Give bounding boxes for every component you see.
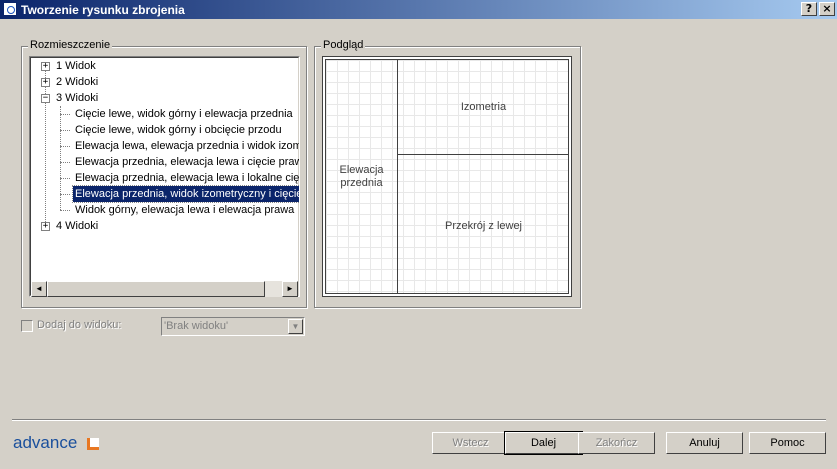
tree-leaf-label[interactable]: Elewacja przednia, widok izometryczny i …	[72, 185, 299, 203]
layout-legend: Rozmieszczenie	[28, 39, 113, 51]
collapse-icon[interactable]: −	[41, 94, 50, 103]
tree-leaf[interactable]: Widok górny, elewacja lewa i elewacja pr…	[31, 202, 299, 218]
tree-node-label[interactable]: 4 Widoki	[54, 218, 100, 234]
back-button[interactable]: Wstecz	[432, 432, 509, 454]
tree-leaf-label[interactable]: Cięcie lewe, widok górny i obcięcie przo…	[73, 122, 284, 138]
preview-frame: Elewacja przednia Izometria Przekrój z l…	[322, 56, 572, 297]
expand-icon[interactable]: +	[41, 222, 50, 231]
tree-node-1-view[interactable]: + 1 Widok	[31, 58, 299, 74]
tree-leaf-label[interactable]: Cięcie lewe, widok górny i elewacja prze…	[73, 106, 295, 122]
title-bar[interactable]: Tworzenie rysunku zbrojenia ? ×	[0, 0, 837, 19]
tree-leaf[interactable]: Elewacja przednia, elewacja lewa i lokal…	[31, 170, 299, 186]
expand-icon[interactable]: +	[41, 62, 50, 71]
tree-leaf-label[interactable]: Elewacja przednia, elewacja lewa i lokal…	[73, 170, 299, 186]
preview-legend: Podgląd	[321, 39, 366, 51]
tree-node-2-views[interactable]: + 2 Widoki	[31, 74, 299, 90]
pane-label-isometry: Izometria	[460, 101, 507, 113]
view-combobox[interactable]: 'Brak widoku' ▼	[161, 317, 305, 336]
add-to-view-checkbox[interactable]	[21, 320, 33, 332]
app-icon[interactable]	[3, 2, 17, 16]
pane-divider-vertical	[397, 60, 398, 293]
scroll-right-icon[interactable]: ►	[282, 281, 298, 297]
tree-leaf-label[interactable]: Elewacja lewa, elewacja przednia i widok…	[73, 138, 299, 154]
cancel-button[interactable]: Anuluj	[666, 432, 743, 454]
preview-canvas: Elewacja przednia Izometria Przekrój z l…	[325, 59, 569, 294]
finish-button[interactable]: Zakończ	[578, 432, 655, 454]
layout-tree[interactable]: + 1 Widok + 2 Widoki − 3 Widoki Cięcie l…	[29, 56, 300, 297]
pane-label-front-elevation: Elewacja przednia	[339, 164, 384, 189]
tree-horizontal-scrollbar[interactable]: ◄ ►	[31, 281, 298, 297]
pane-label-left-section: Przekrój z lewej	[444, 220, 523, 232]
scroll-thumb[interactable]	[47, 281, 265, 297]
close-button[interactable]: ×	[819, 2, 835, 16]
window-title: Tworzenie rysunku zbrojenia	[21, 3, 185, 17]
tree-node-4-views[interactable]: + 4 Widoki	[31, 218, 299, 234]
tree-leaf[interactable]: Cięcie lewe, widok górny i elewacja prze…	[31, 106, 299, 122]
tree-leaf[interactable]: Elewacja lewa, elewacja przednia i widok…	[31, 138, 299, 154]
scroll-left-icon[interactable]: ◄	[31, 281, 47, 297]
tree-node-3-views[interactable]: − 3 Widoki	[31, 90, 299, 106]
tree-node-label[interactable]: 1 Widok	[54, 58, 98, 74]
tree-leaf[interactable]: Elewacja przednia, elewacja lewa i cięci…	[31, 154, 299, 170]
expand-icon[interactable]: +	[41, 78, 50, 87]
advance-logo: advance	[13, 433, 78, 452]
tree-leaf-selected[interactable]: Elewacja przednia, widok izometryczny i …	[31, 185, 299, 203]
tree-node-label[interactable]: 3 Widoki	[54, 90, 100, 106]
tree-node-label[interactable]: 2 Widoki	[54, 74, 100, 90]
help-button[interactable]: Pomoc	[749, 432, 826, 454]
help-title-button[interactable]: ?	[801, 2, 817, 16]
footer-separator	[12, 419, 826, 421]
view-combobox-value: 'Brak widoku'	[164, 320, 229, 332]
chevron-down-icon[interactable]: ▼	[288, 319, 303, 334]
add-to-view-label: Dodaj do widoku:	[37, 319, 122, 331]
logo-mark-icon	[87, 438, 99, 450]
next-button[interactable]: Dalej	[504, 431, 583, 455]
tree-leaf-label[interactable]: Elewacja przednia, elewacja lewa i cięci…	[73, 154, 299, 170]
pane-divider-horizontal	[397, 154, 568, 155]
tree-leaf-label[interactable]: Widok górny, elewacja lewa i elewacja pr…	[73, 202, 296, 218]
tree-leaf[interactable]: Cięcie lewe, widok górny i obcięcie przo…	[31, 122, 299, 138]
